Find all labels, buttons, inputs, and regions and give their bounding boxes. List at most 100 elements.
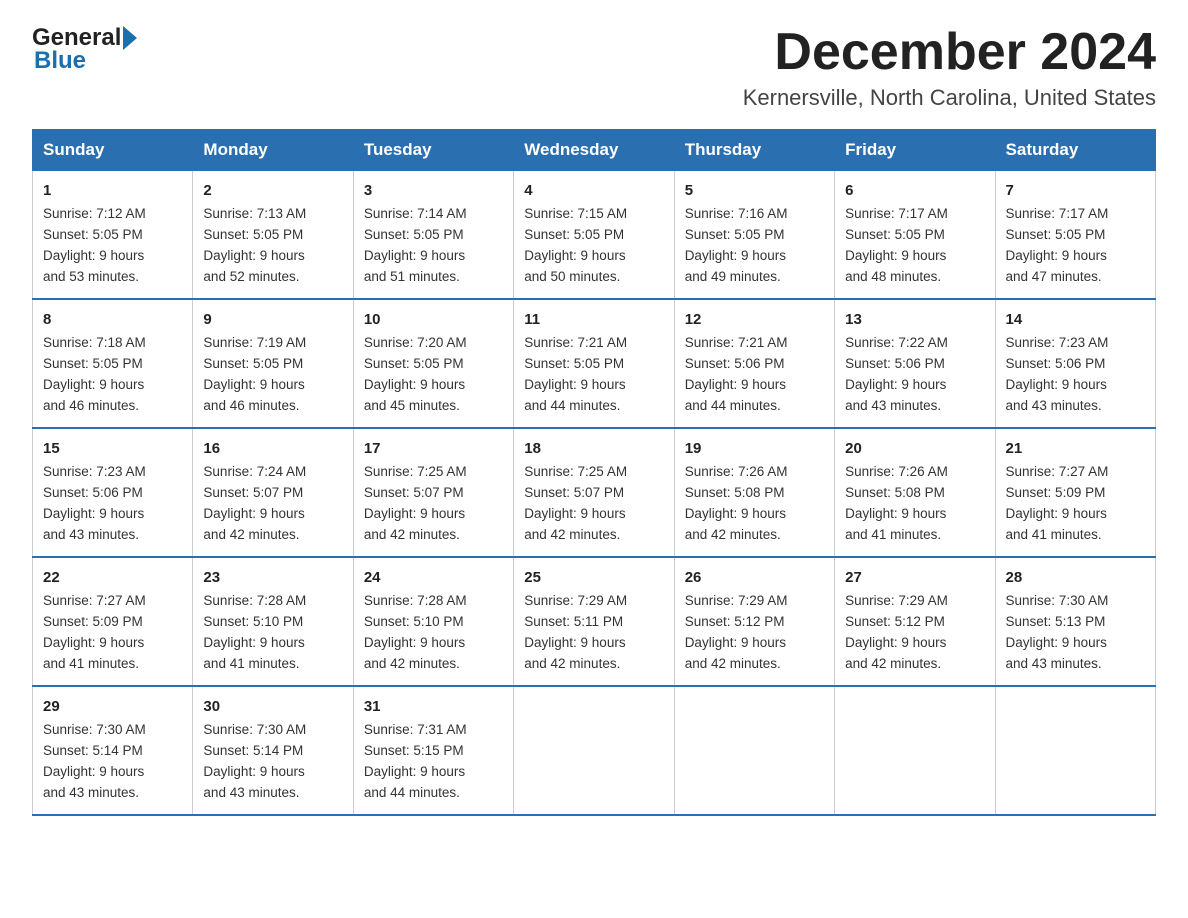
header: General Blue December 2024 Kernersville,… xyxy=(32,24,1156,111)
day-info: Sunrise: 7:30 AMSunset: 5:13 PMDaylight:… xyxy=(1006,593,1109,671)
day-number: 17 xyxy=(364,437,503,460)
col-header-monday: Monday xyxy=(193,130,353,171)
calendar-cell: 29 Sunrise: 7:30 AMSunset: 5:14 PMDaylig… xyxy=(33,686,193,815)
day-number: 18 xyxy=(524,437,663,460)
day-info: Sunrise: 7:25 AMSunset: 5:07 PMDaylight:… xyxy=(524,464,627,542)
logo: General Blue xyxy=(32,24,137,75)
day-info: Sunrise: 7:28 AMSunset: 5:10 PMDaylight:… xyxy=(364,593,467,671)
calendar-cell xyxy=(674,686,834,815)
day-info: Sunrise: 7:30 AMSunset: 5:14 PMDaylight:… xyxy=(43,722,146,800)
calendar-cell: 21 Sunrise: 7:27 AMSunset: 5:09 PMDaylig… xyxy=(995,428,1155,557)
calendar-cell: 24 Sunrise: 7:28 AMSunset: 5:10 PMDaylig… xyxy=(353,557,513,686)
day-info: Sunrise: 7:27 AMSunset: 5:09 PMDaylight:… xyxy=(43,593,146,671)
calendar-cell: 13 Sunrise: 7:22 AMSunset: 5:06 PMDaylig… xyxy=(835,299,995,428)
day-info: Sunrise: 7:29 AMSunset: 5:11 PMDaylight:… xyxy=(524,593,627,671)
day-number: 23 xyxy=(203,566,342,589)
day-number: 22 xyxy=(43,566,182,589)
day-info: Sunrise: 7:26 AMSunset: 5:08 PMDaylight:… xyxy=(845,464,948,542)
calendar-week-5: 29 Sunrise: 7:30 AMSunset: 5:14 PMDaylig… xyxy=(33,686,1156,815)
day-info: Sunrise: 7:12 AMSunset: 5:05 PMDaylight:… xyxy=(43,206,146,284)
calendar-cell: 22 Sunrise: 7:27 AMSunset: 5:09 PMDaylig… xyxy=(33,557,193,686)
col-header-tuesday: Tuesday xyxy=(353,130,513,171)
calendar-cell: 26 Sunrise: 7:29 AMSunset: 5:12 PMDaylig… xyxy=(674,557,834,686)
calendar-cell: 18 Sunrise: 7:25 AMSunset: 5:07 PMDaylig… xyxy=(514,428,674,557)
calendar-cell: 7 Sunrise: 7:17 AMSunset: 5:05 PMDayligh… xyxy=(995,171,1155,299)
calendar-week-3: 15 Sunrise: 7:23 AMSunset: 5:06 PMDaylig… xyxy=(33,428,1156,557)
calendar-cell: 25 Sunrise: 7:29 AMSunset: 5:11 PMDaylig… xyxy=(514,557,674,686)
day-info: Sunrise: 7:22 AMSunset: 5:06 PMDaylight:… xyxy=(845,335,948,413)
day-number: 9 xyxy=(203,308,342,331)
calendar-cell: 1 Sunrise: 7:12 AMSunset: 5:05 PMDayligh… xyxy=(33,171,193,299)
calendar-cell: 23 Sunrise: 7:28 AMSunset: 5:10 PMDaylig… xyxy=(193,557,353,686)
calendar-cell: 31 Sunrise: 7:31 AMSunset: 5:15 PMDaylig… xyxy=(353,686,513,815)
calendar-cell: 9 Sunrise: 7:19 AMSunset: 5:05 PMDayligh… xyxy=(193,299,353,428)
day-info: Sunrise: 7:29 AMSunset: 5:12 PMDaylight:… xyxy=(845,593,948,671)
day-number: 24 xyxy=(364,566,503,589)
day-number: 26 xyxy=(685,566,824,589)
day-number: 8 xyxy=(43,308,182,331)
calendar-cell xyxy=(995,686,1155,815)
day-info: Sunrise: 7:23 AMSunset: 5:06 PMDaylight:… xyxy=(1006,335,1109,413)
calendar-week-4: 22 Sunrise: 7:27 AMSunset: 5:09 PMDaylig… xyxy=(33,557,1156,686)
col-header-wednesday: Wednesday xyxy=(514,130,674,171)
day-number: 3 xyxy=(364,179,503,202)
calendar-week-1: 1 Sunrise: 7:12 AMSunset: 5:05 PMDayligh… xyxy=(33,171,1156,299)
calendar-cell: 16 Sunrise: 7:24 AMSunset: 5:07 PMDaylig… xyxy=(193,428,353,557)
day-number: 12 xyxy=(685,308,824,331)
calendar-cell: 2 Sunrise: 7:13 AMSunset: 5:05 PMDayligh… xyxy=(193,171,353,299)
calendar-cell: 5 Sunrise: 7:16 AMSunset: 5:05 PMDayligh… xyxy=(674,171,834,299)
calendar-cell: 30 Sunrise: 7:30 AMSunset: 5:14 PMDaylig… xyxy=(193,686,353,815)
day-info: Sunrise: 7:17 AMSunset: 5:05 PMDaylight:… xyxy=(1006,206,1109,284)
day-info: Sunrise: 7:23 AMSunset: 5:06 PMDaylight:… xyxy=(43,464,146,542)
day-info: Sunrise: 7:15 AMSunset: 5:05 PMDaylight:… xyxy=(524,206,627,284)
day-info: Sunrise: 7:26 AMSunset: 5:08 PMDaylight:… xyxy=(685,464,788,542)
page: General Blue December 2024 Kernersville,… xyxy=(0,0,1188,848)
calendar-cell: 15 Sunrise: 7:23 AMSunset: 5:06 PMDaylig… xyxy=(33,428,193,557)
calendar-table: SundayMondayTuesdayWednesdayThursdayFrid… xyxy=(32,129,1156,816)
calendar-cell: 8 Sunrise: 7:18 AMSunset: 5:05 PMDayligh… xyxy=(33,299,193,428)
day-info: Sunrise: 7:25 AMSunset: 5:07 PMDaylight:… xyxy=(364,464,467,542)
day-info: Sunrise: 7:30 AMSunset: 5:14 PMDaylight:… xyxy=(203,722,306,800)
calendar-week-2: 8 Sunrise: 7:18 AMSunset: 5:05 PMDayligh… xyxy=(33,299,1156,428)
day-number: 27 xyxy=(845,566,984,589)
day-info: Sunrise: 7:13 AMSunset: 5:05 PMDaylight:… xyxy=(203,206,306,284)
day-number: 29 xyxy=(43,695,182,718)
day-number: 11 xyxy=(524,308,663,331)
day-number: 21 xyxy=(1006,437,1145,460)
col-header-friday: Friday xyxy=(835,130,995,171)
col-header-thursday: Thursday xyxy=(674,130,834,171)
calendar-header-row: SundayMondayTuesdayWednesdayThursdayFrid… xyxy=(33,130,1156,171)
calendar-cell: 6 Sunrise: 7:17 AMSunset: 5:05 PMDayligh… xyxy=(835,171,995,299)
day-number: 25 xyxy=(524,566,663,589)
title-section: December 2024 Kernersville, North Caroli… xyxy=(743,24,1156,111)
col-header-saturday: Saturday xyxy=(995,130,1155,171)
calendar-cell: 11 Sunrise: 7:21 AMSunset: 5:05 PMDaylig… xyxy=(514,299,674,428)
day-number: 31 xyxy=(364,695,503,718)
day-number: 30 xyxy=(203,695,342,718)
day-number: 28 xyxy=(1006,566,1145,589)
day-info: Sunrise: 7:29 AMSunset: 5:12 PMDaylight:… xyxy=(685,593,788,671)
calendar-cell: 3 Sunrise: 7:14 AMSunset: 5:05 PMDayligh… xyxy=(353,171,513,299)
day-info: Sunrise: 7:17 AMSunset: 5:05 PMDaylight:… xyxy=(845,206,948,284)
day-number: 2 xyxy=(203,179,342,202)
day-info: Sunrise: 7:21 AMSunset: 5:05 PMDaylight:… xyxy=(524,335,627,413)
day-info: Sunrise: 7:28 AMSunset: 5:10 PMDaylight:… xyxy=(203,593,306,671)
calendar-cell: 19 Sunrise: 7:26 AMSunset: 5:08 PMDaylig… xyxy=(674,428,834,557)
calendar-title: December 2024 xyxy=(743,24,1156,81)
calendar-cell: 28 Sunrise: 7:30 AMSunset: 5:13 PMDaylig… xyxy=(995,557,1155,686)
day-number: 13 xyxy=(845,308,984,331)
calendar-cell: 14 Sunrise: 7:23 AMSunset: 5:06 PMDaylig… xyxy=(995,299,1155,428)
calendar-subtitle: Kernersville, North Carolina, United Sta… xyxy=(743,85,1156,111)
day-number: 6 xyxy=(845,179,984,202)
calendar-cell xyxy=(514,686,674,815)
day-number: 5 xyxy=(685,179,824,202)
logo-blue-text: Blue xyxy=(34,47,137,75)
day-info: Sunrise: 7:24 AMSunset: 5:07 PMDaylight:… xyxy=(203,464,306,542)
calendar-cell: 27 Sunrise: 7:29 AMSunset: 5:12 PMDaylig… xyxy=(835,557,995,686)
calendar-cell: 12 Sunrise: 7:21 AMSunset: 5:06 PMDaylig… xyxy=(674,299,834,428)
day-number: 20 xyxy=(845,437,984,460)
day-number: 16 xyxy=(203,437,342,460)
day-number: 7 xyxy=(1006,179,1145,202)
day-info: Sunrise: 7:21 AMSunset: 5:06 PMDaylight:… xyxy=(685,335,788,413)
day-info: Sunrise: 7:31 AMSunset: 5:15 PMDaylight:… xyxy=(364,722,467,800)
